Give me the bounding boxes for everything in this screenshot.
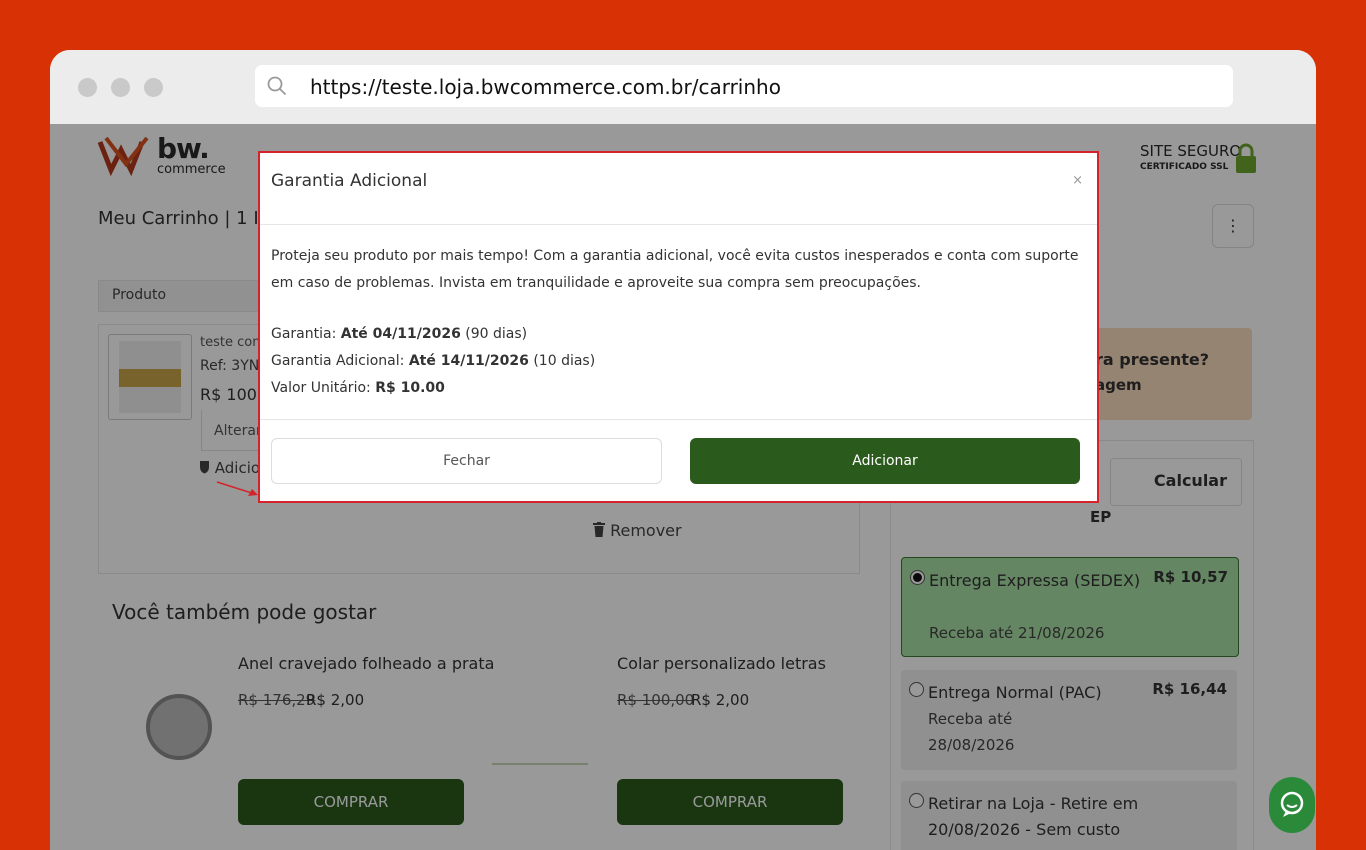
- modal-description: Proteja seu produto por mais tempo! Com …: [271, 248, 1079, 291]
- modal-header: Garantia Adicional ×: [260, 153, 1097, 225]
- modal-title: Garantia Adicional: [271, 171, 428, 191]
- browser-toolbar: https://teste.loja.bwcommerce.com.br/car…: [50, 50, 1316, 124]
- window-close-dot[interactable]: [78, 78, 97, 97]
- modal-body: Proteja seu produto por mais tempo! Com …: [271, 243, 1081, 402]
- window-minimize-dot[interactable]: [111, 78, 130, 97]
- search-icon: [267, 76, 287, 96]
- window-maximize-dot[interactable]: [144, 78, 163, 97]
- chat-button[interactable]: [1269, 777, 1315, 833]
- address-url[interactable]: https://teste.loja.bwcommerce.com.br/car…: [310, 75, 781, 99]
- unit-value-line: Valor Unitário: R$ 10.00: [271, 380, 445, 396]
- address-bar[interactable]: https://teste.loja.bwcommerce.com.br/car…: [255, 65, 1233, 107]
- close-icon[interactable]: ×: [1072, 173, 1083, 188]
- arrow-annotation-icon: [216, 481, 258, 496]
- warranty-line: Garantia: Até 04/11/2026 (90 dias): [271, 326, 528, 342]
- additional-warranty-line: Garantia Adicional: Até 14/11/2026 (10 d…: [271, 353, 596, 369]
- warranty-modal: Garantia Adicional × Proteja seu produto…: [258, 151, 1099, 503]
- modal-footer: Fechar Adicionar: [260, 419, 1097, 502]
- close-button[interactable]: Fechar: [271, 438, 662, 484]
- chat-icon: [1280, 791, 1304, 817]
- add-button[interactable]: Adicionar: [690, 438, 1080, 484]
